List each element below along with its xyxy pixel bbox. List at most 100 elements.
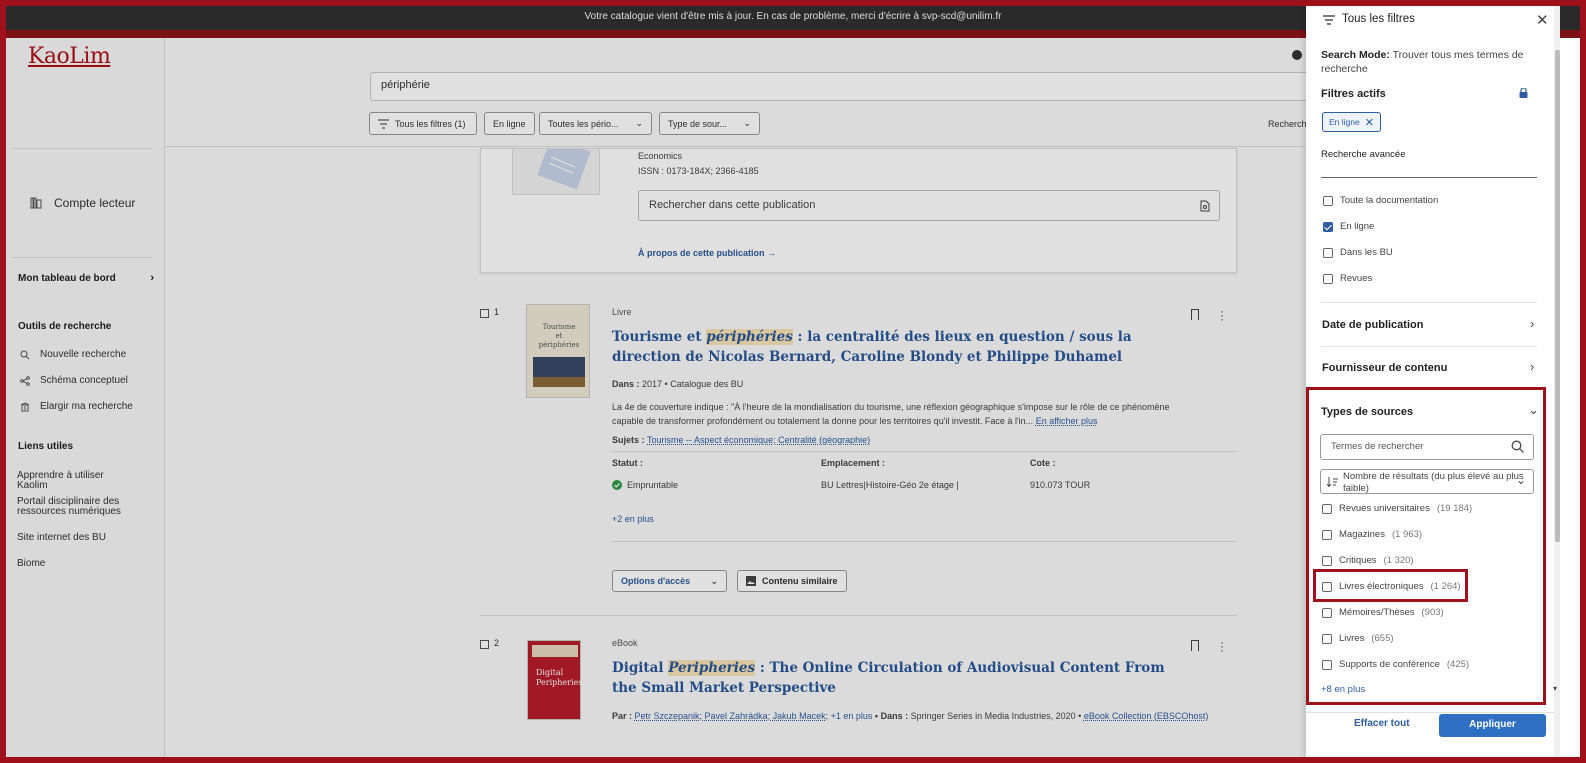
availability-option[interactable]: Toute la documentation bbox=[1323, 195, 1438, 206]
sort-dropdown[interactable]: Nombre de résultats (du plus élevé au pl… bbox=[1320, 469, 1534, 494]
show-more-types-link[interactable]: +8 en plus bbox=[1321, 684, 1365, 695]
checkbox[interactable] bbox=[1323, 247, 1333, 258]
advanced-search-link[interactable]: Recherche avancée bbox=[1321, 149, 1406, 160]
more-options-icon[interactable]: · · · bbox=[1220, 305, 1224, 325]
checkbox[interactable] bbox=[1322, 659, 1332, 670]
concept-map-link[interactable]: Schéma conceptuel bbox=[20, 375, 128, 386]
scroll-down-arrow[interactable]: ▾ bbox=[1553, 684, 1557, 693]
search-input[interactable]: périphérie bbox=[370, 72, 1320, 101]
checkbox[interactable] bbox=[1323, 195, 1333, 206]
result-checkbox[interactable] bbox=[480, 640, 489, 649]
clear-all-button[interactable]: Effacer tout bbox=[1354, 718, 1410, 729]
chevron-down-icon: ⌄ bbox=[710, 575, 718, 586]
chevron-right-icon[interactable]: › bbox=[1530, 316, 1534, 331]
all-filters-button[interactable]: Tous les filtres (1) bbox=[369, 112, 477, 135]
chevron-down-icon[interactable]: ⌄ bbox=[1528, 402, 1539, 418]
source-type-option[interactable]: Mémoires/Thèses (903) bbox=[1322, 607, 1444, 618]
book-cover[interactable]: Tourisme et périphéries bbox=[526, 304, 590, 398]
dashboard-link[interactable]: Mon tableau de bord › bbox=[18, 272, 154, 284]
close-icon[interactable]: ✕ bbox=[1365, 116, 1374, 129]
availability-status: Empruntable bbox=[612, 480, 678, 490]
availability-option[interactable]: Revues bbox=[1323, 273, 1372, 284]
svg-text:Peripheries: Peripheries bbox=[536, 678, 582, 687]
sidebar-link[interactable]: Portail disciplinaire des ressources num… bbox=[17, 497, 137, 517]
checkbox[interactable] bbox=[1322, 633, 1332, 644]
search-options-link[interactable]: Recherch bbox=[1268, 119, 1307, 129]
source-type-option[interactable]: Livres (655) bbox=[1322, 633, 1394, 644]
bookmark-icon[interactable] bbox=[1191, 309, 1199, 320]
availability-option[interactable]: En ligne bbox=[1323, 221, 1374, 232]
user-icon[interactable] bbox=[1292, 50, 1302, 60]
chevron-down-icon: ⌄ bbox=[635, 118, 643, 128]
checkbox[interactable] bbox=[1323, 273, 1333, 284]
source-type-option[interactable]: Magazines (1 963) bbox=[1322, 529, 1422, 540]
checkbox[interactable] bbox=[1322, 529, 1332, 540]
status-header: Statut : bbox=[612, 458, 643, 468]
types-search-input[interactable]: Termes de rechercher bbox=[1320, 434, 1534, 460]
result-checkbox[interactable] bbox=[480, 309, 489, 318]
book-cover[interactable]: Digital Peripheries bbox=[527, 640, 582, 720]
sidebar-link[interactable]: Apprendre à utiliser Kaolim bbox=[17, 471, 137, 491]
search-icon bbox=[1511, 440, 1524, 453]
more-options-icon[interactable]: · · · bbox=[1220, 636, 1224, 656]
banner-message: Votre catalogue vient d'être mis à jour.… bbox=[584, 11, 1002, 22]
provider-section-toggle[interactable]: Fournisseur de contenu bbox=[1322, 362, 1447, 374]
new-search-link[interactable]: Nouvelle recherche bbox=[20, 349, 126, 360]
about-publication-link[interactable]: À propos de cette publication → bbox=[638, 248, 776, 258]
availability-option[interactable]: Dans les BU bbox=[1323, 247, 1393, 258]
source-type-option-ebooks[interactable]: Livres électroniques (1 264) bbox=[1322, 581, 1461, 592]
result-type: Livre bbox=[612, 307, 632, 317]
call-number-header: Cote : bbox=[1030, 458, 1056, 468]
sidebar-link[interactable]: Site internet des BU bbox=[17, 533, 137, 543]
lock-icon[interactable] bbox=[1519, 88, 1528, 98]
all-filters-panel: Tous les filtres ✕ Search Mode: Trouver … bbox=[1306, 6, 1554, 757]
active-filter-chip[interactable]: En ligne ✕ bbox=[1322, 112, 1381, 132]
chevron-right-icon[interactable]: › bbox=[1530, 359, 1534, 374]
filter-icon bbox=[1323, 15, 1335, 25]
source-type-option[interactable]: Revues universitaires (19 184) bbox=[1322, 503, 1472, 514]
access-options-button[interactable]: Options d'accès ⌄ bbox=[612, 570, 727, 592]
chevron-down-icon: ⌄ bbox=[743, 118, 751, 128]
source-type-option[interactable]: Supports de conférence (425) bbox=[1322, 659, 1469, 670]
tools-heading: Outils de recherche bbox=[18, 321, 112, 332]
result-number: 2 bbox=[494, 638, 500, 648]
apply-button[interactable]: Appliquer bbox=[1439, 714, 1546, 737]
result-title[interactable]: Digital Peripheries : The Online Circula… bbox=[612, 658, 1172, 698]
show-more-link[interactable]: En afficher plus bbox=[1036, 416, 1098, 426]
checkbox[interactable] bbox=[1322, 581, 1332, 592]
sort-icon bbox=[1327, 477, 1338, 487]
toolbar-divider bbox=[165, 146, 1306, 147]
online-filter-button[interactable]: En ligne bbox=[484, 112, 535, 135]
checkbox-checked[interactable] bbox=[1323, 221, 1333, 232]
panel-scrollbar-thumb[interactable] bbox=[1555, 50, 1560, 542]
more-items-link[interactable]: +2 en plus bbox=[612, 514, 654, 524]
sidebar-link[interactable]: Biome bbox=[17, 559, 137, 569]
bookmark-icon[interactable] bbox=[1191, 640, 1199, 651]
result-number: 1 bbox=[494, 307, 500, 317]
account-link[interactable]: Compte lecteur bbox=[30, 196, 135, 210]
periods-dropdown[interactable]: Toutes les pério... ⌄ bbox=[539, 112, 652, 135]
date-section-toggle[interactable]: Date de publication bbox=[1322, 319, 1423, 331]
source-type-dropdown[interactable]: Type de sour... ⌄ bbox=[659, 112, 760, 135]
result-title[interactable]: Tourisme et périphéries : la centralité … bbox=[612, 327, 1172, 367]
divider bbox=[612, 541, 1237, 542]
call-number-value: 910.073 TOUR bbox=[1030, 480, 1091, 490]
panel-title: Tous les filtres bbox=[1342, 13, 1415, 25]
publication-search-input[interactable]: Rechercher dans cette publication bbox=[638, 190, 1220, 221]
divider bbox=[1321, 177, 1537, 178]
checkbox[interactable] bbox=[1322, 503, 1332, 514]
chevron-down-icon: ⌄ bbox=[1515, 473, 1526, 487]
checkbox[interactable] bbox=[1322, 607, 1332, 618]
kaolim-logo[interactable]: KaoLim bbox=[28, 44, 111, 69]
result-description: La 4e de couverture indique : "À l'heure… bbox=[612, 402, 1170, 426]
publication-category: Economics bbox=[638, 151, 683, 161]
result-type: eBook bbox=[612, 638, 638, 648]
source-type-option[interactable]: Critiques (1 320) bbox=[1322, 555, 1414, 566]
widen-search-link[interactable]: Elargir ma recherche bbox=[20, 401, 133, 412]
similar-content-button[interactable]: Contenu similaire bbox=[737, 570, 847, 592]
types-section-toggle[interactable]: Types de sources bbox=[1321, 406, 1413, 418]
sidebar-divider bbox=[12, 257, 152, 258]
checkbox[interactable] bbox=[1322, 555, 1332, 566]
widen-search-icon bbox=[20, 401, 30, 411]
close-icon[interactable]: ✕ bbox=[1536, 11, 1549, 29]
